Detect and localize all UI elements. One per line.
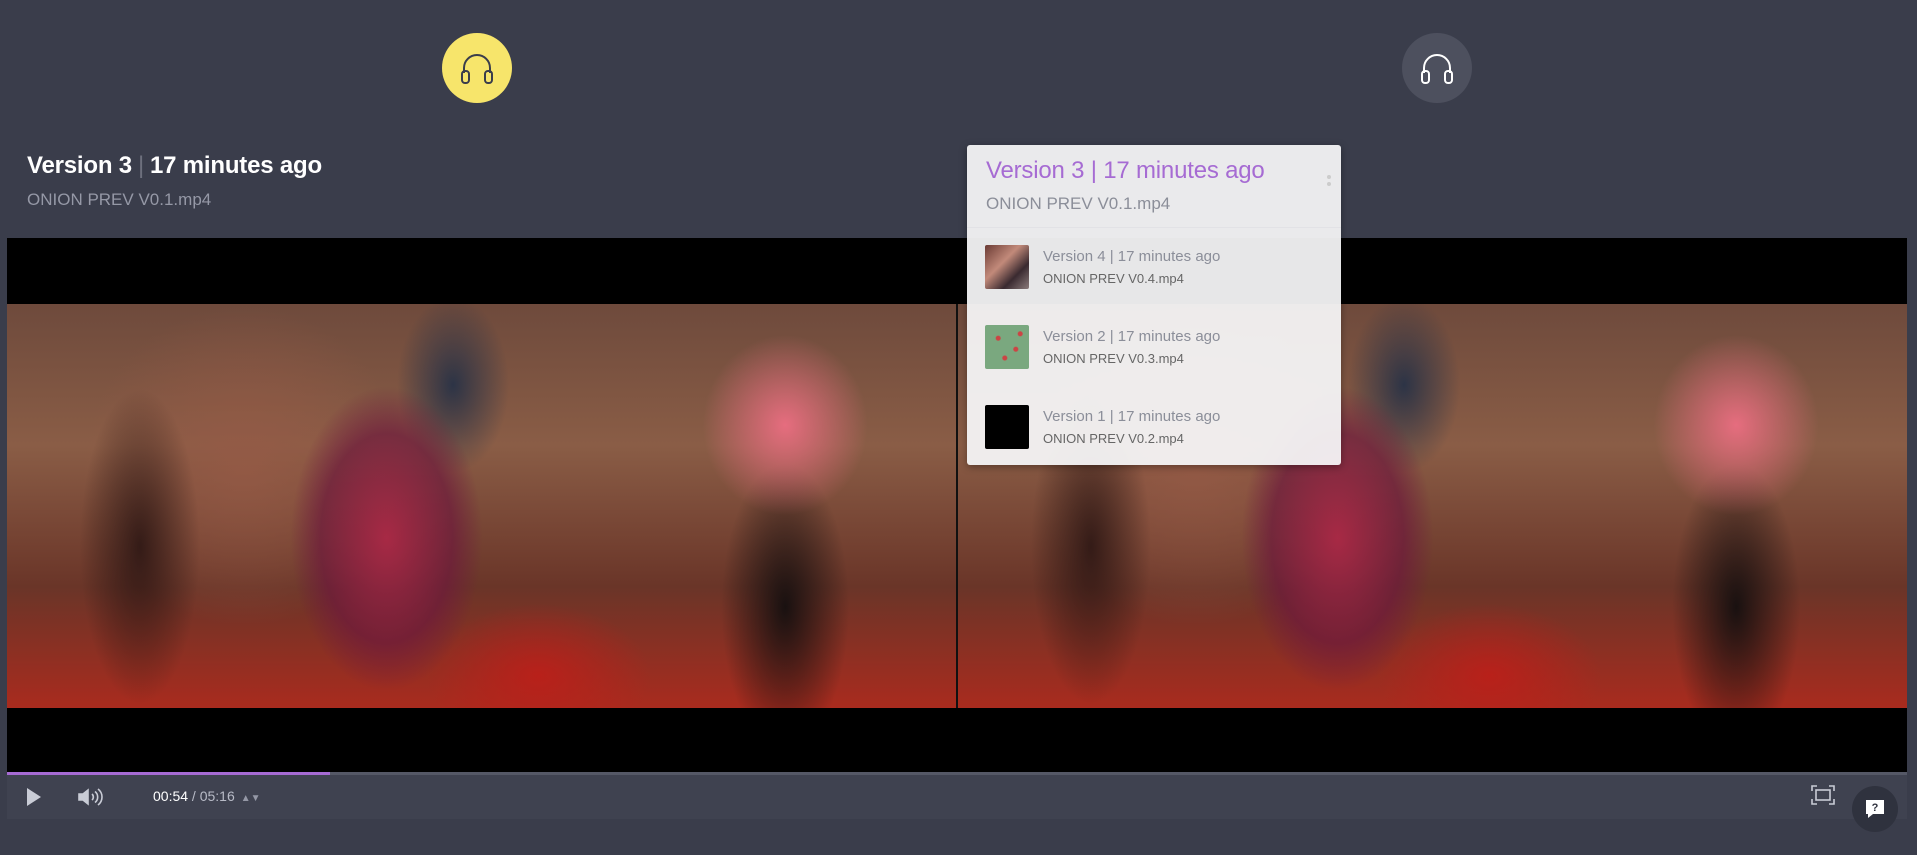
headphones-icon xyxy=(461,54,493,84)
right-audio-toggle-button[interactable] xyxy=(1402,33,1472,103)
version-option-2[interactable]: Version 2 | 17 minutes ago ONION PREV V0… xyxy=(967,308,1341,388)
left-video-frame[interactable] xyxy=(7,304,956,708)
help-chat-button[interactable]: ? xyxy=(1852,786,1898,832)
fullscreen-icon xyxy=(1811,785,1835,805)
player-controls: 00:54 / 05:16 ▲▼ xyxy=(7,775,1907,819)
volume-icon xyxy=(78,788,103,806)
scroll-grip-icon xyxy=(1327,175,1331,189)
version-thumbnail xyxy=(985,325,1029,369)
left-version-title: Version 3 | 17 minutes ago xyxy=(27,152,322,180)
dropdown-selected-title: Version 3 | 17 minutes ago xyxy=(986,157,1265,184)
video-player[interactable] xyxy=(7,238,1907,772)
version-option-1[interactable]: Version 1 | 17 minutes ago ONION PREV V0… xyxy=(967,388,1341,468)
version-option-filename: ONION PREV V0.2.mp4 xyxy=(1043,431,1184,446)
left-version-time: 17 minutes ago xyxy=(149,152,322,179)
play-button[interactable] xyxy=(25,787,43,807)
version-dropdown[interactable]: Version 3 | 17 minutes ago ONION PREV V0… xyxy=(967,145,1341,465)
play-icon xyxy=(27,788,41,806)
dropdown-selected-filename: ONION PREV V0.1.mp4 xyxy=(986,194,1171,213)
title-separator: | xyxy=(137,152,144,179)
headphones-icon xyxy=(1421,54,1453,84)
version-option-filename: ONION PREV V0.3.mp4 xyxy=(1043,351,1184,366)
left-video-scene xyxy=(7,304,956,708)
left-version-header[interactable]: Version 3 | 17 minutes ago ONION PREV V0.1… xyxy=(27,152,322,210)
version-option-4[interactable]: Version 4 | 17 minutes ago ONION PREV V0… xyxy=(967,228,1341,308)
version-option-title: Version 2 | 17 minutes ago xyxy=(1043,328,1221,345)
time-separator: / xyxy=(188,788,200,804)
left-version-label: Version 3 xyxy=(27,152,132,179)
version-option-filename: ONION PREV V0.4.mp4 xyxy=(1043,271,1184,286)
timecode-format-toggle-icon[interactable]: ▲▼ xyxy=(241,793,261,804)
svg-text:?: ? xyxy=(1872,802,1879,814)
version-option-title: Version 4 | 17 minutes ago xyxy=(1043,248,1221,265)
duration: 05:16 xyxy=(199,788,235,804)
time-display: 00:54 / 05:16 ▲▼ xyxy=(153,788,261,804)
fullscreen-button[interactable] xyxy=(1811,785,1835,805)
volume-button[interactable] xyxy=(77,787,103,807)
current-time: 00:54 xyxy=(153,788,189,804)
version-option-title: Version 1 | 17 minutes ago xyxy=(1043,408,1221,425)
version-thumbnail xyxy=(985,405,1029,449)
left-audio-toggle-button[interactable] xyxy=(442,33,512,103)
left-version-filename: ONION PREV V0.1.mp4 xyxy=(27,190,212,209)
version-thumbnail xyxy=(985,245,1029,289)
dropdown-selected-version[interactable]: Version 3 | 17 minutes ago ONION PREV V0… xyxy=(967,145,1341,228)
help-chat-icon: ? xyxy=(1866,800,1884,818)
